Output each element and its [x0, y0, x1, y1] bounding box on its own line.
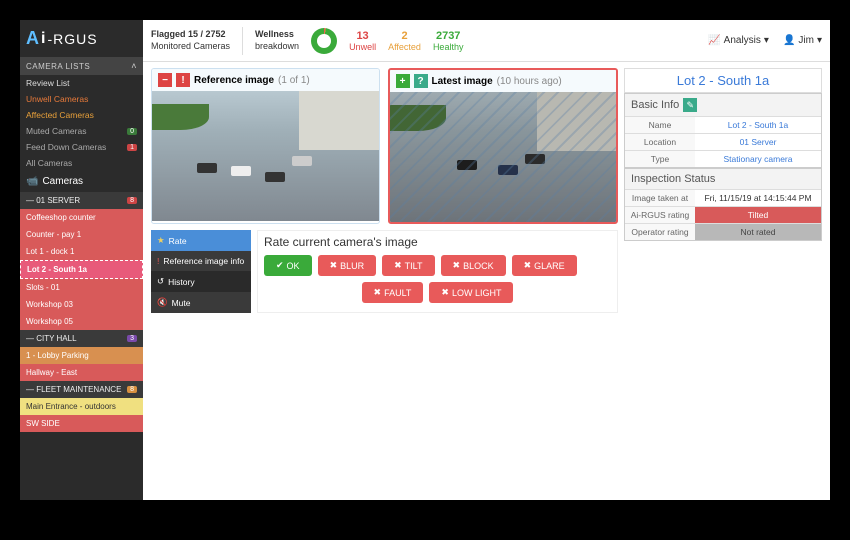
x-icon: ✖	[394, 260, 402, 271]
tab-history[interactable]: ↺History	[151, 271, 251, 292]
sidebar-item-affected[interactable]: Affected Cameras	[20, 107, 143, 123]
topbar: Flagged 15 / 2752 Monitored Cameras Well…	[143, 20, 830, 62]
sidebar-item-cameras[interactable]: 📹 Cameras	[20, 171, 143, 192]
user-menu[interactable]: 👤 Jim ▾	[783, 35, 822, 46]
camera-icon: 📹	[26, 176, 38, 187]
star-icon: ★	[157, 235, 165, 246]
tab-rate[interactable]: ★Rate	[151, 230, 251, 251]
help-icon[interactable]: ?	[414, 74, 428, 88]
camera-item[interactable]: 1 - Lobby Parking	[20, 347, 143, 364]
info-icon[interactable]: !	[176, 73, 190, 87]
tab-reference-info[interactable]: !Reference image info	[151, 251, 251, 271]
rate-fault-button[interactable]: ✖FAULT	[362, 282, 424, 303]
rate-ok-button[interactable]: ✔OK	[264, 255, 312, 276]
rate-block-button[interactable]: ✖BLOCK	[441, 255, 506, 276]
main-content: Flagged 15 / 2752 Monitored Cameras Well…	[143, 20, 830, 500]
wellness-breakdown: 13Unwell 2Affected 2737Healthy	[349, 30, 463, 52]
sidebar-item-unwell[interactable]: Unwell Cameras	[20, 91, 143, 107]
wellness-label: Wellness breakdown	[255, 29, 299, 52]
reference-image[interactable]	[152, 91, 379, 221]
camera-item[interactable]: Coffeeshop counter	[20, 209, 143, 226]
server-list: — 01 SERVER8Coffeeshop counterCounter - …	[20, 192, 143, 432]
x-icon: ✖	[330, 260, 338, 271]
rate-panel: Rate current camera's image ✔OK ✖BLUR ✖T…	[257, 230, 618, 313]
mute-icon: 🔇	[157, 297, 168, 308]
camera-item[interactable]: Hallway - East	[20, 364, 143, 381]
badge: 0	[127, 128, 137, 135]
rate-blur-button[interactable]: ✖BLUR	[318, 255, 377, 276]
user-icon: 👤	[783, 35, 795, 46]
server-header[interactable]: — 01 SERVER8	[20, 192, 143, 209]
wellness-donut	[311, 28, 337, 54]
reference-image-panel: − ! Reference image (1 of 1)	[151, 68, 380, 224]
latest-image[interactable]	[390, 92, 617, 222]
camera-item[interactable]: Lot 2 - South 1a	[20, 260, 143, 279]
sidebar: A i -RGUS CAMERA LISTS ˄ Review List Unw…	[20, 20, 143, 500]
server-header[interactable]: — CITY HALL3	[20, 330, 143, 347]
warning-icon: !	[157, 256, 159, 266]
x-icon: ✖	[374, 287, 382, 298]
history-icon: ↺	[157, 276, 164, 287]
chevron-up-icon: ˄	[131, 61, 137, 71]
sidebar-item-muted[interactable]: Muted Cameras 0	[20, 123, 143, 139]
x-icon: ✖	[524, 260, 532, 271]
camera-lists-header[interactable]: CAMERA LISTS ˄	[20, 57, 143, 75]
camera-item[interactable]: Counter - pay 1	[20, 226, 143, 243]
flagged-stats: Flagged 15 / 2752 Monitored Cameras	[151, 29, 230, 52]
camera-item[interactable]: Slots - 01	[20, 279, 143, 296]
x-icon: ✖	[441, 287, 449, 298]
camera-title: Lot 2 - South 1a	[624, 68, 822, 93]
server-header[interactable]: — FLEET MAINTENANCE8	[20, 381, 143, 398]
edit-button[interactable]: ✎	[683, 98, 697, 112]
sidebar-item-all[interactable]: All Cameras	[20, 155, 143, 171]
plus-button[interactable]: +	[396, 74, 410, 88]
logo: A i -RGUS	[20, 20, 143, 57]
camera-item[interactable]: Workshop 03	[20, 296, 143, 313]
badge: 1	[127, 144, 137, 151]
inspection-status-section: Inspection Status Image taken atFri, 11/…	[624, 168, 822, 241]
minus-button[interactable]: −	[158, 73, 172, 87]
tab-column: ★Rate !Reference image info ↺History 🔇Mu…	[151, 230, 251, 313]
camera-item[interactable]: SW SIDE	[20, 415, 143, 432]
sidebar-item-review[interactable]: Review List	[20, 75, 143, 91]
chart-icon: 📈	[708, 35, 720, 46]
camera-item[interactable]: Workshop 05	[20, 313, 143, 330]
rate-tilt-button[interactable]: ✖TILT	[382, 255, 434, 276]
analysis-menu[interactable]: 📈 Analysis ▾	[708, 35, 769, 46]
basic-info-section: Basic Info✎ NameLot 2 - South 1a Locatio…	[624, 93, 822, 168]
rate-lowlight-button[interactable]: ✖LOW LIGHT	[429, 282, 513, 303]
camera-item[interactable]: Lot 1 - dock 1	[20, 243, 143, 260]
latest-image-panel: + ? Latest image (10 hours ago)	[388, 68, 619, 224]
caret-down-icon: ▾	[764, 35, 769, 46]
caret-down-icon: ▾	[817, 35, 822, 46]
camera-item[interactable]: Main Entrance - outdoors	[20, 398, 143, 415]
rate-glare-button[interactable]: ✖GLARE	[512, 255, 577, 276]
x-icon: ✖	[453, 260, 461, 271]
tab-mute[interactable]: 🔇Mute	[151, 292, 251, 313]
rate-title: Rate current camera's image	[264, 235, 611, 249]
detail-column: Lot 2 - South 1a Basic Info✎ NameLot 2 -…	[624, 68, 822, 494]
sidebar-item-feed[interactable]: Feed Down Cameras 1	[20, 139, 143, 155]
check-icon: ✔	[276, 260, 284, 271]
